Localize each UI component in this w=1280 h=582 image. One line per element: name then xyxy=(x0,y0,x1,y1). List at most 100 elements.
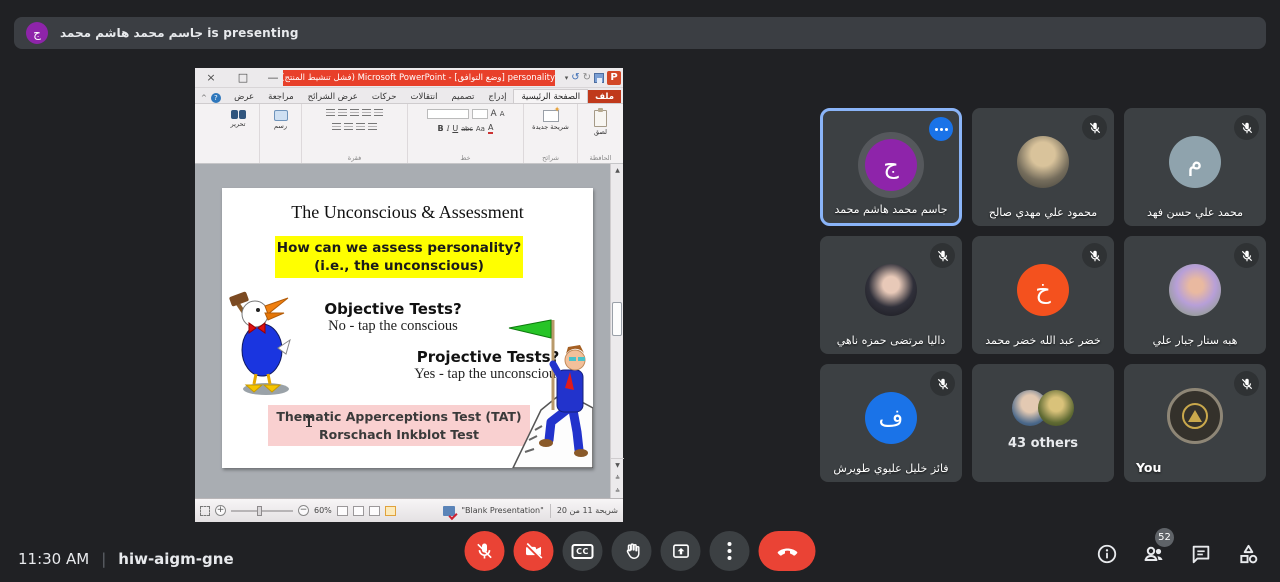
participants-grid: ج جاسم محمد هاشم محمد محمود علي مهدي صال… xyxy=(820,108,1266,482)
captions-button[interactable]: CC xyxy=(563,531,603,571)
minimize-icon: — xyxy=(265,70,281,86)
chat-button[interactable] xyxy=(1189,542,1213,566)
photo-avatar xyxy=(865,264,917,316)
clipboard-icon xyxy=(594,110,607,127)
help-icon: ? xyxy=(211,93,221,103)
letter-avatar: ف xyxy=(865,392,917,444)
tab-home: الصفحة الرئيسية xyxy=(513,89,588,103)
letter-avatar: خ xyxy=(1017,264,1069,316)
meeting-code: hiw-aigm-gne xyxy=(118,550,233,568)
shared-screen-powerpoint[interactable]: × □ — personality [وضع التوافق] - Micros… xyxy=(195,68,623,522)
participant-name: فائز خليل عليوي طويرش xyxy=(820,462,962,475)
italic-icon: I xyxy=(447,124,450,133)
scroll-up-icon: ▲ xyxy=(611,164,624,177)
end-call-icon xyxy=(775,539,799,563)
bold-icon: B xyxy=(438,124,444,133)
edit-button: تحرير xyxy=(221,107,255,128)
photo-avatar xyxy=(1169,264,1221,316)
fit-to-window-icon xyxy=(200,506,210,516)
letter-avatar: ج xyxy=(865,139,917,191)
powerpoint-icon: P xyxy=(607,71,621,85)
tile-options-button[interactable] xyxy=(929,117,953,141)
tab-transitions: انتقالات xyxy=(403,90,444,103)
participant-name: هبه ستار جبار علي xyxy=(1124,334,1266,347)
chat-icon xyxy=(1190,543,1212,565)
zoom-in-icon: + xyxy=(215,505,226,516)
participant-name: You xyxy=(1124,460,1266,475)
tile-you[interactable]: You xyxy=(1124,364,1266,482)
zoom-slider xyxy=(231,510,293,512)
mic-off-icon xyxy=(930,371,955,396)
strikethrough-icon: abc xyxy=(461,125,473,133)
zoom-out-icon: − xyxy=(298,505,309,516)
tile-mahmoud[interactable]: محمود علي مهدي صالح xyxy=(972,108,1114,226)
info-icon xyxy=(1096,543,1118,565)
spell-check-icon xyxy=(443,506,455,516)
tile-faiz[interactable]: ف فائز خليل عليوي طويرش xyxy=(820,364,962,482)
quick-access-toolbar: ▾ ↺ ↻ P xyxy=(565,70,621,86)
tab-animations: حركات xyxy=(365,90,404,103)
mic-off-icon xyxy=(1234,243,1259,268)
captions-icon: CC xyxy=(571,544,594,559)
maximize-icon: □ xyxy=(235,70,251,86)
zoom-level: 60% xyxy=(314,506,332,515)
meet-app: ج جاسم محمد هاشم محمد is presenting × □ … xyxy=(0,0,1280,582)
tile-jasim[interactable]: ج جاسم محمد هاشم محمد xyxy=(820,108,962,226)
camera-button[interactable] xyxy=(514,531,554,571)
speaking-ring: ج xyxy=(858,132,924,198)
reading-view-icon xyxy=(369,506,380,516)
mic-button[interactable] xyxy=(465,531,505,571)
redo-icon: ↻ xyxy=(583,71,591,85)
others-count-label: 43 others xyxy=(972,436,1114,451)
photo-avatar xyxy=(1017,136,1069,188)
undo-icon: ↺ xyxy=(571,71,579,85)
raise-hand-button[interactable] xyxy=(612,531,652,571)
slide-counter: شريحة 11 من 20 xyxy=(557,506,618,515)
tab-view: عرض xyxy=(227,90,261,103)
clipboard-group: لصق الحافظة xyxy=(577,104,623,163)
qat-dropdown-icon: ▾ xyxy=(565,71,569,85)
editing-group: تحرير xyxy=(217,104,259,163)
tile-mohammed[interactable]: م محمد علي حسن فهد xyxy=(1124,108,1266,226)
save-icon xyxy=(594,73,604,83)
ppt-scrollbar: ▲ ▼ ≜ ≙ xyxy=(610,164,623,498)
logo-avatar xyxy=(1167,388,1223,444)
presentation-name: "Blank Presentation" xyxy=(461,506,543,515)
meeting-info: 11:30 AM | hiw-aigm-gne xyxy=(18,550,234,568)
normal-view-icon xyxy=(337,506,348,516)
ppt-titlebar: × □ — personality [وضع التوافق] - Micros… xyxy=(195,68,623,88)
participant-name: محمود علي مهدي صالح xyxy=(972,206,1114,219)
more-options-button[interactable] xyxy=(710,531,750,571)
ribbon: لصق الحافظة شريحة جديدة شرائح A A xyxy=(195,104,623,164)
activities-button[interactable] xyxy=(1236,542,1260,566)
people-count-badge: 52 xyxy=(1155,528,1174,547)
close-icon: × xyxy=(203,70,219,86)
tile-heba[interactable]: هبه ستار جبار علي xyxy=(1124,236,1266,354)
presenting-banner: ج جاسم محمد هاشم محمد is presenting xyxy=(14,17,1266,49)
tab-design: تصميم xyxy=(445,90,482,103)
presenter-avatar: ج xyxy=(26,22,48,44)
mic-off-icon xyxy=(1234,115,1259,140)
call-controls: CC xyxy=(465,531,816,571)
shapes-icon xyxy=(274,110,288,121)
tile-dalia[interactable]: داليا مرتضى حمزه ناهي xyxy=(820,236,962,354)
slide: The Unconscious & Assessment How can we … xyxy=(222,188,593,468)
mic-off-icon xyxy=(1082,243,1107,268)
scroll-thumb xyxy=(612,302,622,336)
mic-off-icon xyxy=(930,243,955,268)
end-call-button[interactable] xyxy=(759,531,816,571)
participant-name: محمد علي حسن فهد xyxy=(1124,206,1266,219)
people-button[interactable]: 52 xyxy=(1142,542,1166,566)
participant-name: جاسم محمد هاشم محمد xyxy=(823,203,959,216)
present-button[interactable] xyxy=(661,531,701,571)
climber-clipart xyxy=(491,310,593,468)
tile-others[interactable]: 43 others xyxy=(972,364,1114,482)
tab-file: ملف xyxy=(588,90,621,103)
meeting-panels: 52 xyxy=(1095,542,1260,566)
info-button[interactable] xyxy=(1095,542,1119,566)
participant-name: داليا مرتضى حمزه ناهي xyxy=(820,334,962,347)
mic-off-icon xyxy=(1234,371,1259,396)
tile-khidr[interactable]: خ خضر عبد الله خضر محمد xyxy=(972,236,1114,354)
slide-sorter-icon xyxy=(353,506,364,516)
font-color-icon: A xyxy=(488,123,493,134)
